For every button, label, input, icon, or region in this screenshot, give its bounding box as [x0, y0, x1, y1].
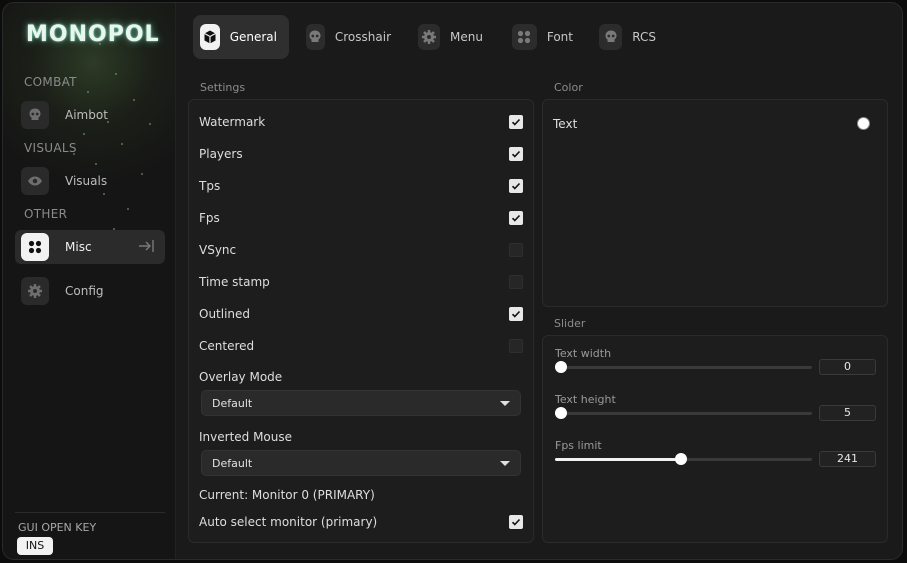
- gear-icon: [21, 277, 49, 305]
- checkbox[interactable]: [509, 179, 523, 193]
- checkbox[interactable]: [509, 275, 523, 289]
- slider-handle[interactable]: [674, 453, 687, 465]
- tab-label: RCS: [632, 30, 656, 44]
- toggle-label: Auto select monitor (primary): [199, 515, 378, 529]
- checkbox[interactable]: [509, 515, 523, 529]
- eye-icon: [21, 167, 49, 195]
- checkbox[interactable]: [509, 147, 523, 161]
- tab-label: Font: [546, 30, 573, 44]
- select-value: Default: [212, 396, 253, 410]
- toggle-label: VSync: [199, 243, 237, 257]
- toggle-tps[interactable]: Tps: [199, 176, 523, 196]
- slider-panel: Text width 0 Text height 5 Fps limit 241: [542, 335, 888, 543]
- category-visuals: VISUALS: [24, 141, 77, 155]
- toggle-auto-select-monitor[interactable]: Auto select monitor (primary): [199, 512, 523, 532]
- color-picker-swatch[interactable]: [857, 117, 870, 130]
- gui-open-key-button[interactable]: INS: [17, 537, 53, 555]
- sidebar-item-visuals[interactable]: Visuals: [15, 164, 165, 198]
- sidebar-item-label: Aimbot: [65, 108, 108, 122]
- divider: [15, 512, 165, 513]
- toggle-label: Time stamp: [199, 275, 270, 289]
- slider-fps-limit[interactable]: [555, 453, 812, 465]
- checkbox[interactable]: [509, 211, 523, 225]
- sidebar: MONOPOL COMBAT Aimbot VISUALS Visuals OT…: [3, 3, 176, 559]
- tab-label: General: [229, 30, 277, 44]
- tab-rcs[interactable]: RCS: [592, 15, 668, 59]
- checkbox[interactable]: [509, 115, 523, 129]
- checkbox[interactable]: [509, 307, 523, 321]
- arrow-right-icon: [137, 238, 155, 257]
- toggle-label: Players: [199, 147, 243, 161]
- toggle-label: Tps: [199, 179, 221, 193]
- select-value: Default: [212, 456, 253, 470]
- checkbox[interactable]: [509, 243, 523, 257]
- toggle-label: Outlined: [199, 307, 251, 321]
- slider-label-fps-limit: Fps limit: [555, 439, 602, 452]
- app-logo: MONOPOL: [26, 22, 160, 47]
- inverted-mouse-label: Inverted Mouse: [199, 430, 293, 444]
- tab-menu[interactable]: Menu: [411, 15, 495, 59]
- tab-general[interactable]: General: [193, 15, 289, 59]
- app-window: MONOPOL COMBAT Aimbot VISUALS Visuals OT…: [2, 2, 903, 560]
- inverted-mouse-select[interactable]: Default: [201, 450, 521, 476]
- cube-icon: [200, 24, 220, 50]
- sidebar-item-label: Visuals: [65, 174, 108, 188]
- four-dots-icon: [512, 24, 537, 50]
- toggle-vsync[interactable]: VSync: [199, 240, 523, 260]
- gui-open-key-label: GUI OPEN KEY: [18, 521, 97, 534]
- sidebar-item-config[interactable]: Config: [15, 274, 165, 308]
- tab-label: Menu: [450, 30, 483, 44]
- slider-title: Slider: [554, 317, 586, 330]
- settings-title: Settings: [200, 81, 246, 94]
- slider-handle[interactable]: [555, 361, 567, 373]
- tab-font[interactable]: Font: [505, 15, 585, 59]
- sidebar-item-label: Misc: [65, 240, 92, 254]
- chevron-down-icon: [500, 460, 510, 466]
- category-other: OTHER: [24, 207, 68, 221]
- overlay-mode-label: Overlay Mode: [199, 370, 283, 384]
- color-title: Color: [554, 81, 583, 94]
- toggle-outlined[interactable]: Outlined: [199, 304, 523, 324]
- current-monitor-text: Current: Monitor 0 (PRIMARY): [199, 488, 375, 502]
- checkbox[interactable]: [509, 339, 523, 353]
- category-combat: COMBAT: [24, 75, 77, 89]
- tab-label: Crosshair: [334, 30, 391, 44]
- toggle-watermark[interactable]: Watermark: [199, 112, 523, 132]
- slider-fill: [555, 458, 681, 461]
- skull-icon: [599, 24, 623, 50]
- slider-value-text-height[interactable]: 5: [819, 405, 876, 421]
- sidebar-item-aimbot[interactable]: Aimbot: [15, 98, 165, 132]
- slider-label-text-height: Text height: [555, 393, 616, 406]
- slider-label-text-width: Text width: [555, 347, 612, 360]
- skull-icon: [21, 101, 49, 129]
- slider-handle[interactable]: [555, 407, 567, 419]
- color-text-label: Text: [553, 117, 578, 131]
- color-panel: Text: [542, 99, 888, 307]
- sidebar-item-label: Config: [65, 284, 104, 298]
- gear-icon: [418, 24, 441, 50]
- skull-icon: [306, 24, 325, 50]
- slider-text-height[interactable]: [555, 407, 812, 419]
- sidebar-item-misc[interactable]: Misc: [15, 230, 165, 264]
- toggle-label: Watermark: [199, 115, 266, 129]
- slider-value-text-width[interactable]: 0: [819, 359, 876, 375]
- toggle-centered[interactable]: Centered: [199, 336, 523, 356]
- tab-crosshair[interactable]: Crosshair: [299, 15, 403, 59]
- toggle-players[interactable]: Players: [199, 144, 523, 164]
- overlay-mode-select[interactable]: Default: [201, 390, 521, 416]
- chevron-down-icon: [500, 400, 510, 406]
- four-dots-icon: [21, 233, 49, 261]
- toggle-fps[interactable]: Fps: [199, 208, 523, 228]
- slider-text-width[interactable]: [555, 361, 812, 373]
- toggle-label: Fps: [199, 211, 220, 225]
- toggle-time-stamp[interactable]: Time stamp: [199, 272, 523, 292]
- settings-panel: Watermark Players Tps Fps VSync Time sta…: [188, 99, 534, 543]
- slider-value-fps-limit[interactable]: 241: [819, 451, 876, 467]
- toggle-label: Centered: [199, 339, 255, 353]
